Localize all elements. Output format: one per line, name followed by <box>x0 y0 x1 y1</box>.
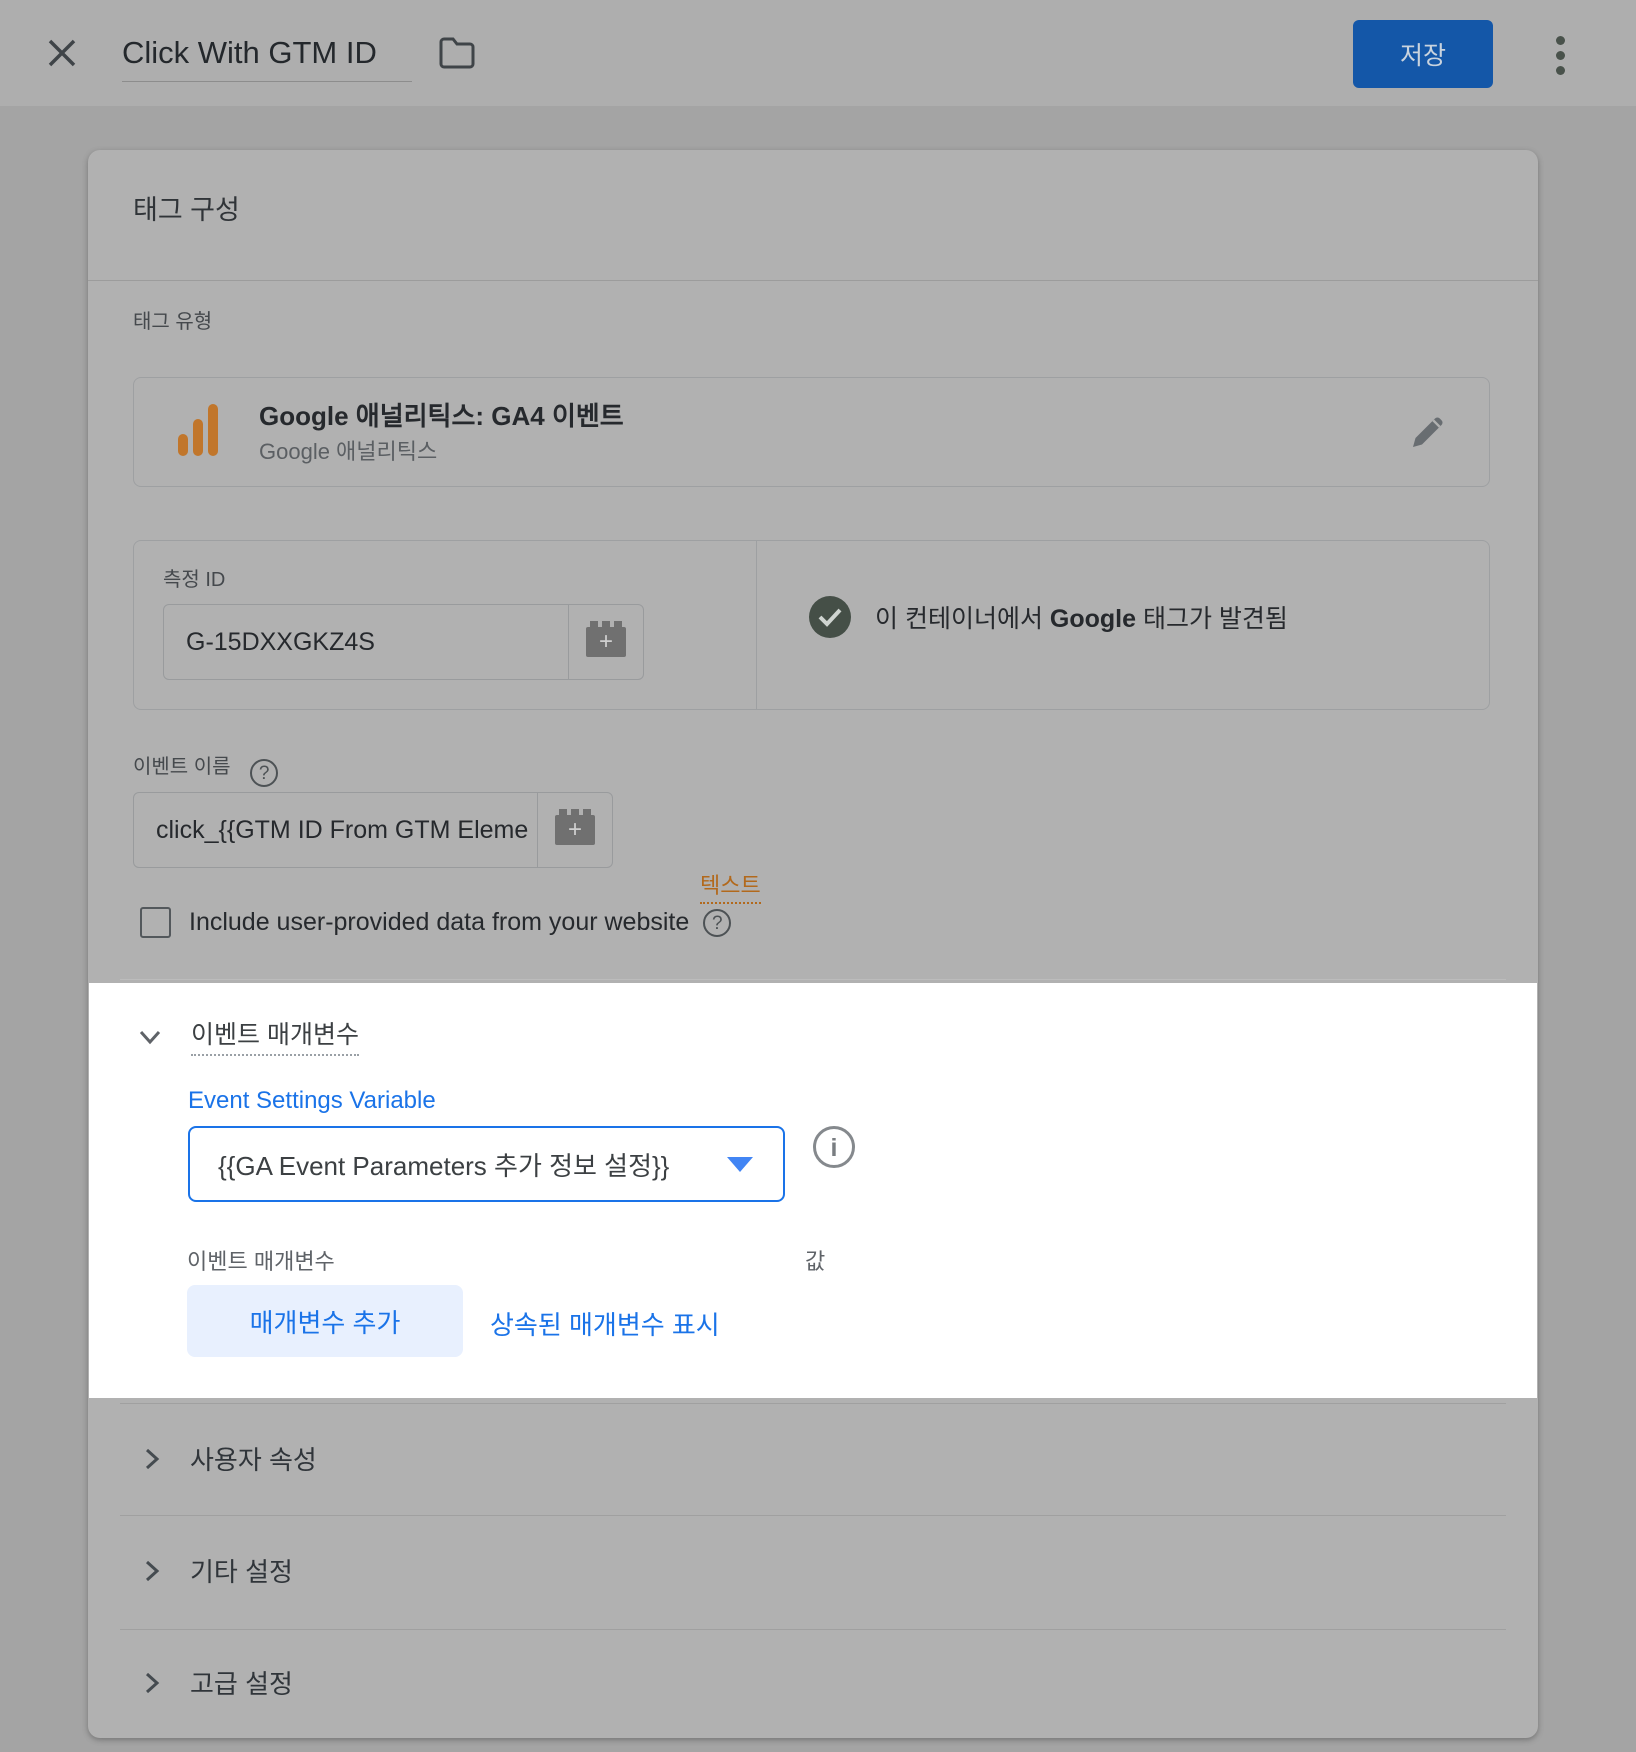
google-tag-status: 이 컨테이너에서 Google 태그가 발견됨 <box>809 596 1288 638</box>
divider <box>120 1403 1506 1404</box>
gtm-tag-editor: 저장 태그 구성 태그 유형 Google 애널리틱스: GA4 이벤트 Goo… <box>0 0 1636 1752</box>
variable-picker-button[interactable]: + <box>537 793 612 867</box>
card-title: 태그 구성 <box>133 188 240 227</box>
topbar: 저장 <box>0 0 1636 106</box>
help-icon[interactable]: ? <box>250 759 278 787</box>
measurement-id-field: + <box>163 604 644 680</box>
tag-type-box[interactable]: Google 애널리틱스: GA4 이벤트 Google 애널리틱스 <box>133 377 1490 487</box>
brick-icon: + <box>586 627 626 657</box>
divider <box>756 541 757 709</box>
edit-pencil-icon[interactable] <box>1407 411 1449 453</box>
event-name-field: + <box>133 792 613 868</box>
card-header: 태그 구성 <box>88 150 1538 281</box>
esv-selected-value: {{GA Event Parameters 추가 정보 설정}} <box>218 1146 727 1183</box>
dropdown-arrow-icon <box>727 1157 753 1172</box>
measurement-id-input[interactable] <box>164 605 568 679</box>
measurement-id-label: 측정 ID <box>163 563 225 592</box>
tag-type-name: Google 애널리틱스: GA4 이벤트 <box>259 396 624 433</box>
show-inherited-link[interactable]: 상속된 매개변수 표시 <box>490 1305 720 1342</box>
google-analytics-icon <box>176 404 220 456</box>
brick-icon: + <box>555 815 595 845</box>
divider <box>120 1629 1506 1630</box>
status-text: 이 컨테이너에서 Google 태그가 발견됨 <box>875 599 1288 635</box>
params-column-label: 이벤트 매개변수 <box>187 1244 335 1276</box>
value-column-label: 값 <box>805 1244 825 1276</box>
section-user-properties[interactable]: 사용자 속성 <box>138 1440 317 1477</box>
esv-label: Event Settings Variable <box>188 1087 436 1115</box>
event-parameters-title: 이벤트 매개변수 <box>191 1015 359 1056</box>
measurement-id-box: 측정 ID + 이 컨테이너에서 Google 태그가 발견됨 <box>133 540 1490 710</box>
section-label: 고급 설정 <box>190 1664 293 1701</box>
checkbox-label: Include user-provided data from your web… <box>189 908 689 937</box>
user-data-row: Include user-provided data from your web… <box>140 907 731 938</box>
more-menu-icon[interactable] <box>1548 30 1572 86</box>
folder-icon[interactable] <box>438 36 476 70</box>
save-button[interactable]: 저장 <box>1353 20 1493 88</box>
section-label: 기타 설정 <box>190 1552 293 1589</box>
esv-dropdown[interactable]: {{GA Event Parameters 추가 정보 설정}} <box>188 1126 785 1202</box>
check-circle-icon <box>809 596 851 638</box>
divider <box>120 979 1506 980</box>
text-toggle-link[interactable]: 텍스트 <box>700 868 761 904</box>
section-label: 사용자 속성 <box>190 1440 317 1477</box>
tag-type-vendor: Google 애널리틱스 <box>259 434 437 466</box>
help-icon[interactable]: ? <box>703 909 731 937</box>
tag-name-input[interactable] <box>122 30 412 82</box>
include-user-data-checkbox[interactable] <box>140 907 171 938</box>
info-icon[interactable]: i <box>813 1126 855 1168</box>
section-advanced-settings[interactable]: 고급 설정 <box>138 1664 293 1701</box>
divider <box>120 1515 1506 1516</box>
section-more-settings[interactable]: 기타 설정 <box>138 1552 293 1589</box>
event-parameters-section: 이벤트 매개변수 Event Settings Variable {{GA Ev… <box>89 983 1537 1398</box>
add-parameter-button[interactable]: 매개변수 추가 <box>187 1285 463 1357</box>
variable-picker-button[interactable]: + <box>568 605 643 679</box>
event-parameters-header[interactable]: 이벤트 매개변수 <box>137 1015 359 1056</box>
tag-type-label: 태그 유형 <box>133 305 212 334</box>
event-name-input[interactable] <box>134 793 537 867</box>
close-icon[interactable] <box>42 33 82 73</box>
event-name-label-row: 이벤트 이름 ? <box>133 750 278 787</box>
tag-configuration-card: 태그 구성 태그 유형 Google 애널리틱스: GA4 이벤트 Google… <box>88 150 1538 1738</box>
